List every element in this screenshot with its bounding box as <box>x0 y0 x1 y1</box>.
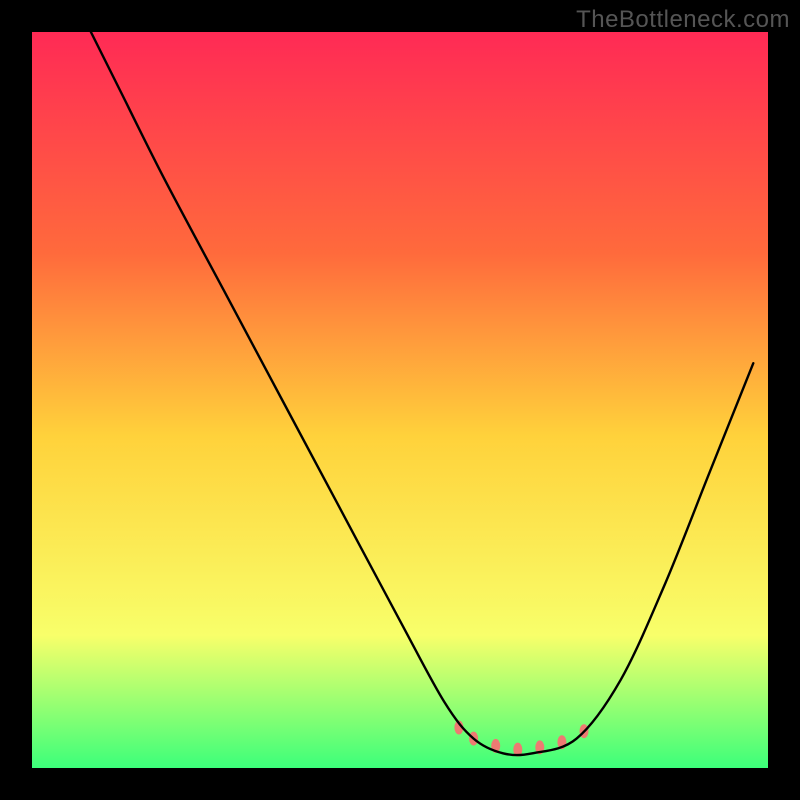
gradient-background <box>32 32 768 768</box>
chart-frame: TheBottleneck.com <box>0 0 800 800</box>
chart-svg <box>32 32 768 768</box>
watermark-label: TheBottleneck.com <box>576 6 790 34</box>
plot-area <box>32 32 768 768</box>
